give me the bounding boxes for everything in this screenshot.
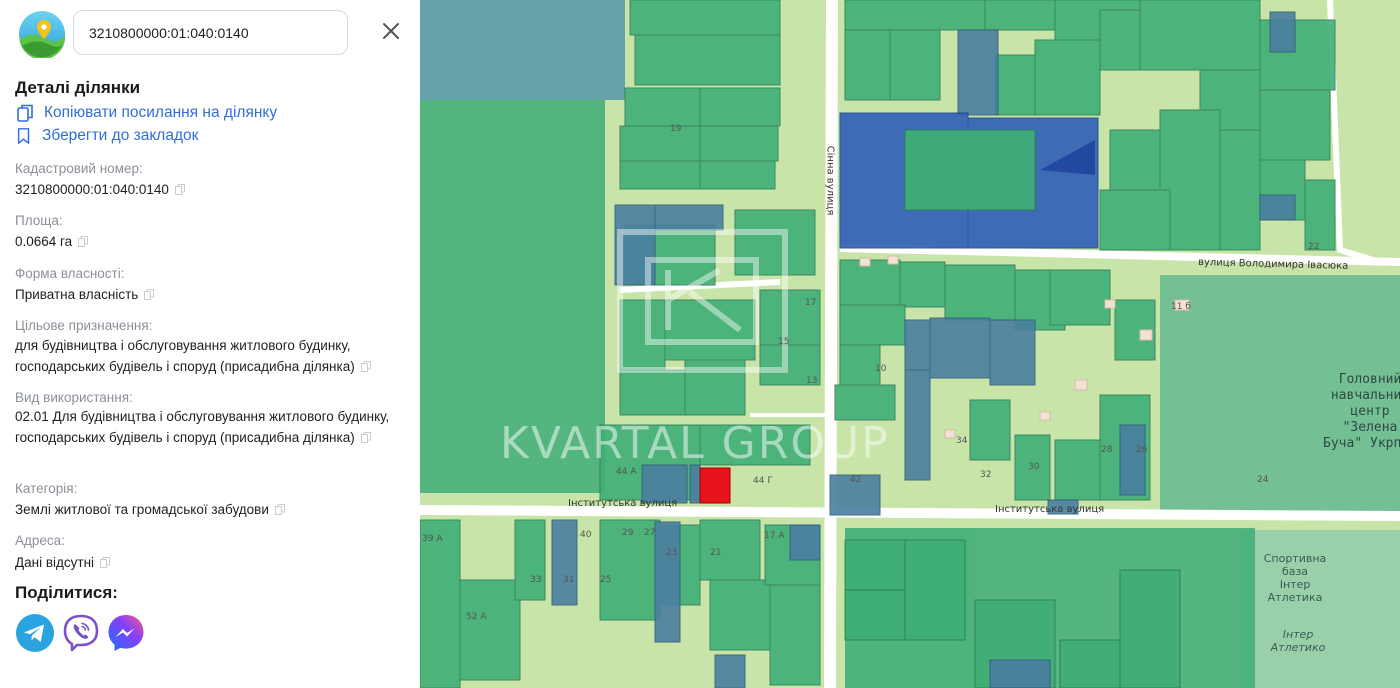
house-number: 42: [850, 475, 862, 485]
usage-row: 02.01 Для будівництва і обслуговування ж…: [15, 406, 395, 448]
purpose-row: для будівництва і обслуговування житлово…: [15, 335, 395, 377]
ownership-row: Приватна власність: [15, 284, 395, 305]
address-label: Адреса:: [15, 533, 65, 548]
copy-link-label: Копіювати посилання на ділянку: [44, 104, 278, 121]
cadastral-label: Кадастровий номер:: [15, 161, 143, 176]
poi-sport-base: Спортивна база Інтер Атлетика: [1260, 552, 1330, 604]
house-number: 22: [1308, 242, 1320, 252]
usage-label: Вид використання:: [15, 390, 133, 405]
copy-icon[interactable]: [360, 361, 371, 372]
address-row: Дані відсутні: [15, 552, 395, 573]
messenger-icon[interactable]: [106, 613, 146, 653]
details-title: Деталі ділянки: [15, 78, 141, 97]
street-label-instytutska: Інститутська вулиця: [995, 504, 1105, 515]
house-number: 13: [806, 376, 818, 386]
ownership-label: Форма власності:: [15, 266, 125, 281]
poi-line: Спортивна: [1263, 552, 1327, 565]
house-number: 44 Г: [753, 476, 773, 486]
house-number: 32: [980, 470, 992, 480]
poi-line: Інтер: [1279, 578, 1311, 591]
house-number: 15: [778, 337, 790, 347]
poi-line: центр: [1350, 404, 1390, 419]
house-number: 26: [1136, 445, 1148, 455]
street-label-sinna: Сінна вулиця: [824, 145, 836, 216]
house-number: 28: [1101, 445, 1113, 455]
copy-icon: [17, 104, 33, 122]
telegram-icon[interactable]: [15, 613, 55, 653]
area-row: 0.0664 га: [15, 231, 395, 252]
house-number: 39 А: [422, 534, 443, 544]
house-number: 23: [666, 548, 678, 558]
poi-line: навчальний: [1330, 388, 1400, 403]
house-number: 27: [644, 528, 656, 538]
category-label: Категорія:: [15, 481, 78, 496]
house-number: 24: [1257, 475, 1269, 485]
house-number: 33: [530, 575, 542, 585]
poi-line: Буча" Укрпош: [1323, 436, 1400, 451]
area-label: Площа:: [15, 213, 63, 228]
poi-line: Головний: [1338, 372, 1400, 387]
poi-line: Атлетика: [1267, 591, 1323, 604]
house-number: 25: [600, 575, 612, 585]
house-number: 34: [956, 436, 968, 446]
house-number: 40: [580, 530, 592, 540]
poi-line: база: [1281, 565, 1309, 578]
map-watermark: KVARTAL GROUP: [500, 418, 890, 469]
category-row: Землі житлової та громадської забудови: [15, 499, 395, 520]
poi-training-center: Головний навчальний центр "Зелена Буча" …: [1315, 372, 1400, 452]
copy-icon[interactable]: [174, 184, 185, 195]
cadastral-row: 3210800000:01:040:0140: [15, 179, 395, 200]
app-logo-icon[interactable]: [18, 10, 66, 58]
poi-line: "Зелена: [1342, 420, 1398, 435]
cadastral-value: 3210800000:01:040:0140: [15, 182, 169, 197]
house-number: 19: [670, 124, 682, 134]
house-number: 52 А: [466, 612, 487, 622]
poi-inter-atletico: Інтер Атлетико: [1268, 628, 1328, 654]
area-value: 0.0664 га: [15, 234, 73, 249]
house-number: 10: [875, 364, 887, 374]
purpose-label: Цільове призначення:: [15, 318, 153, 333]
street-label-instytutska: Інститутська вулиця: [568, 498, 678, 509]
copy-icon[interactable]: [100, 557, 111, 568]
ownership-value: Приватна власність: [15, 287, 139, 302]
poi-line: Інтер: [1282, 628, 1314, 641]
cadastral-map[interactable]: KVARTAL GROUP Інститутська вулиця Інстит…: [420, 0, 1400, 688]
purpose-value: для будівництва і обслуговування житлово…: [15, 338, 355, 374]
address-value: Дані відсутні: [15, 555, 95, 570]
poi-line: Атлетико: [1270, 641, 1326, 654]
copy-icon[interactable]: [360, 432, 371, 443]
category-value: Землі житлової та громадської забудови: [15, 502, 269, 517]
house-number: 17 А: [764, 531, 785, 541]
bookmark-label: Зберегти до закладок: [42, 127, 199, 144]
close-icon[interactable]: [380, 20, 402, 42]
search-input[interactable]: [73, 10, 348, 55]
viber-icon[interactable]: [61, 613, 101, 653]
house-number: 21: [710, 548, 722, 558]
bookmark-button[interactable]: Зберегти до закладок: [15, 125, 198, 147]
house-number: 29: [622, 528, 634, 538]
copy-icon[interactable]: [144, 289, 155, 300]
bookmark-icon: [17, 128, 30, 144]
usage-value: 02.01 Для будівництва і обслуговування ж…: [15, 409, 390, 445]
copy-icon[interactable]: [274, 504, 285, 515]
copy-link-button[interactable]: Копіювати посилання на ділянку: [15, 102, 277, 124]
share-title: Поділитися:: [15, 583, 118, 602]
house-number: 44 А: [616, 467, 637, 477]
details-panel: Деталі ділянки Копіювати посилання на ді…: [0, 0, 420, 688]
house-number: 17: [805, 298, 817, 308]
house-number: 31: [563, 575, 575, 585]
house-number: 11 б: [1171, 302, 1191, 312]
copy-icon[interactable]: [78, 236, 89, 247]
house-number: 30: [1028, 462, 1040, 472]
